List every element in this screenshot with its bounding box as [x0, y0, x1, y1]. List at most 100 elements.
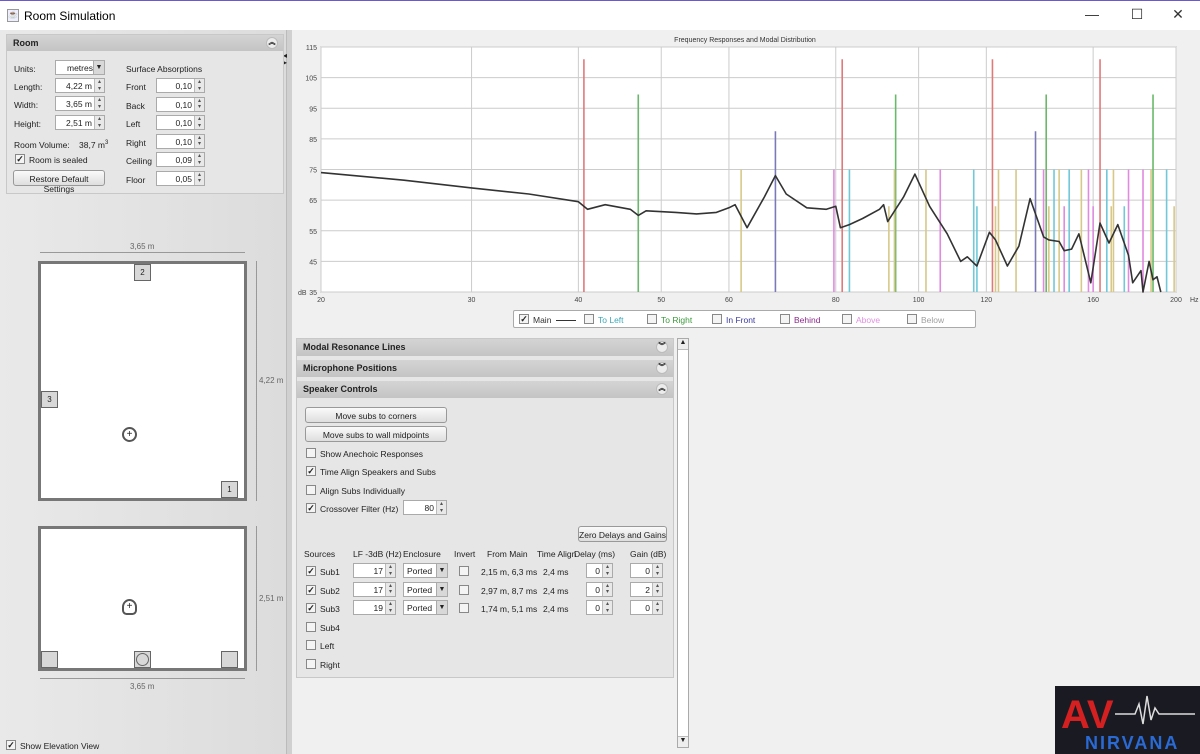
- y-tick-label: 55: [309, 229, 317, 236]
- mic-positions-section[interactable]: Microphone Positions ︾: [297, 360, 673, 377]
- move-subs-midpoints-button[interactable]: Move subs to wall midpoints: [305, 426, 447, 442]
- width-stepper[interactable]: 3,65 m: [55, 96, 105, 111]
- absorption-stepper-back[interactable]: 0,10: [156, 96, 205, 112]
- gain-stepper[interactable]: 0: [630, 563, 663, 578]
- chevron-down-icon[interactable]: ▼: [93, 61, 104, 74]
- chevron-down-icon[interactable]: ▼: [436, 601, 447, 614]
- invert-checkbox[interactable]: [459, 584, 469, 595]
- close-button[interactable]: ✕: [1163, 6, 1193, 26]
- legend-label: To Right: [661, 315, 693, 325]
- move-subs-corners-button[interactable]: Move subs to corners: [305, 407, 447, 423]
- absorption-stepper-left[interactable]: 0,10: [156, 115, 205, 130]
- lf-stepper[interactable]: 17: [353, 581, 396, 597]
- delay-stepper[interactable]: 0: [586, 581, 613, 597]
- lf-stepper[interactable]: 19: [353, 600, 396, 615]
- elevation-speaker[interactable]: [41, 651, 58, 668]
- delay-stepper[interactable]: 0: [586, 563, 613, 578]
- restore-defaults-button[interactable]: Restore Default Settings: [13, 170, 105, 194]
- expand-icon[interactable]: ︾: [656, 362, 668, 374]
- vertical-scrollbar[interactable]: ▲ ▼: [677, 338, 689, 748]
- scroll-up-icon[interactable]: ▲: [678, 339, 688, 350]
- height-stepper[interactable]: 2,51 m: [55, 115, 105, 130]
- gain-stepper[interactable]: 0: [630, 600, 663, 615]
- lf-stepper[interactable]: 17: [353, 563, 396, 578]
- absorption-stepper-front[interactable]: 0,10: [156, 78, 205, 93]
- svg-text:AV: AV: [1061, 693, 1114, 737]
- elevation-speaker[interactable]: [221, 651, 238, 668]
- source-checkbox[interactable]: ✓: [306, 584, 316, 595]
- option-label: Show Anechoic Responses: [320, 449, 424, 459]
- option-label: Align Subs Individually: [320, 485, 406, 496]
- plan-view: 3,65 m 2 3 1 + 4,22 m + 2,51 m 3,65 m: [0, 240, 286, 710]
- source-name: Sub3: [320, 604, 340, 614]
- title-bar: ☕ Room Simulation — ☐ ✕: [0, 0, 1200, 30]
- invert-checkbox[interactable]: [459, 566, 469, 576]
- volume-label: Room Volume:: [14, 140, 70, 150]
- collapse-icon[interactable]: ︽: [266, 37, 278, 49]
- enclosure-value: Ported: [407, 603, 433, 613]
- absorption-stepper-ceiling[interactable]: 0,09: [156, 152, 205, 167]
- source-checkbox[interactable]: [306, 621, 316, 632]
- source-checkbox[interactable]: [306, 640, 316, 650]
- invert-checkbox[interactable]: [459, 603, 469, 613]
- crossover-stepper[interactable]: 80: [403, 500, 447, 515]
- expand-icon[interactable]: ︾: [656, 341, 668, 353]
- source-name: Sub2: [320, 585, 340, 596]
- option-checkbox[interactable]: [306, 448, 316, 458]
- window-title: Room Simulation: [24, 9, 116, 23]
- absorption-stepper-floor[interactable]: 0,05: [156, 170, 205, 186]
- speaker-3[interactable]: 3: [41, 391, 58, 408]
- speaker-1[interactable]: 1: [221, 481, 238, 498]
- absorption-label: Right: [126, 137, 146, 148]
- elevation-width-line: [40, 678, 245, 679]
- enclosure-value: Ported: [407, 584, 433, 595]
- maximize-button[interactable]: ☐: [1122, 6, 1152, 26]
- chevron-down-icon[interactable]: ▼: [436, 582, 447, 596]
- speaker-controls-section[interactable]: Speaker Controls ︽: [297, 381, 673, 398]
- from-main-value: 2,97 m, 8,7 ms: [481, 585, 538, 596]
- enclosure-select[interactable]: Ported ▼: [403, 563, 448, 578]
- option-label: Time Align Speakers and Subs: [320, 467, 436, 478]
- length-stepper[interactable]: 4,22 m: [55, 78, 105, 93]
- legend-checkbox-behind[interactable]: [780, 314, 790, 324]
- delay-stepper[interactable]: 0: [586, 600, 613, 615]
- room-floor-plan[interactable]: 2 3 1 +: [38, 261, 247, 501]
- svg-text:NIRVANA: NIRVANA: [1085, 733, 1179, 753]
- gain-stepper[interactable]: 2: [630, 581, 663, 597]
- listener-mic-icon[interactable]: +: [122, 599, 137, 615]
- option-checkbox[interactable]: ✓: [306, 466, 316, 477]
- collapse-icon[interactable]: ︽: [656, 383, 668, 395]
- legend-checkbox-to-left[interactable]: [584, 314, 594, 324]
- enclosure-select[interactable]: Ported ▼: [403, 600, 448, 615]
- modal-lines-section[interactable]: Modal Resonance Lines ︾: [297, 339, 673, 356]
- time-align-value: 2,4 ms: [543, 567, 569, 577]
- legend-checkbox-to-right[interactable]: [647, 314, 657, 324]
- show-elevation-checkbox[interactable]: ✓: [6, 740, 16, 750]
- room-sealed-checkbox[interactable]: ✓: [15, 154, 25, 164]
- speaker-2[interactable]: 2: [134, 264, 151, 281]
- x-tick-label: 80: [832, 297, 840, 304]
- source-checkbox[interactable]: ✓: [306, 603, 316, 613]
- legend-checkbox-below[interactable]: [907, 314, 917, 324]
- absorption-stepper-right[interactable]: 0,10: [156, 133, 205, 149]
- source-checkbox[interactable]: ✓: [306, 566, 316, 576]
- enclosure-select[interactable]: Ported ▼: [403, 581, 448, 597]
- source-name: Left: [320, 641, 335, 651]
- room-elevation[interactable]: +: [38, 526, 247, 671]
- source-checkbox[interactable]: [306, 658, 316, 669]
- legend-checkbox-in-front[interactable]: [712, 314, 722, 324]
- chevron-down-icon[interactable]: ▼: [436, 564, 447, 577]
- y-tick-label: 115: [306, 45, 317, 52]
- legend-checkbox-above[interactable]: [842, 314, 852, 324]
- y-tick-label: 35: [309, 290, 317, 297]
- listener-mic-icon[interactable]: +: [122, 427, 137, 442]
- minimize-button[interactable]: —: [1077, 6, 1107, 26]
- option-checkbox[interactable]: [306, 484, 316, 495]
- zero-delays-gains-button[interactable]: Zero Delays and Gains: [578, 526, 667, 542]
- elevation-speaker[interactable]: [134, 651, 151, 668]
- x-tick-label: 40: [574, 297, 582, 304]
- units-select[interactable]: metres ▼: [55, 60, 105, 75]
- legend-checkbox-main[interactable]: ✓: [519, 314, 529, 324]
- scroll-down-icon[interactable]: ▼: [678, 736, 688, 747]
- option-checkbox[interactable]: ✓: [306, 502, 316, 513]
